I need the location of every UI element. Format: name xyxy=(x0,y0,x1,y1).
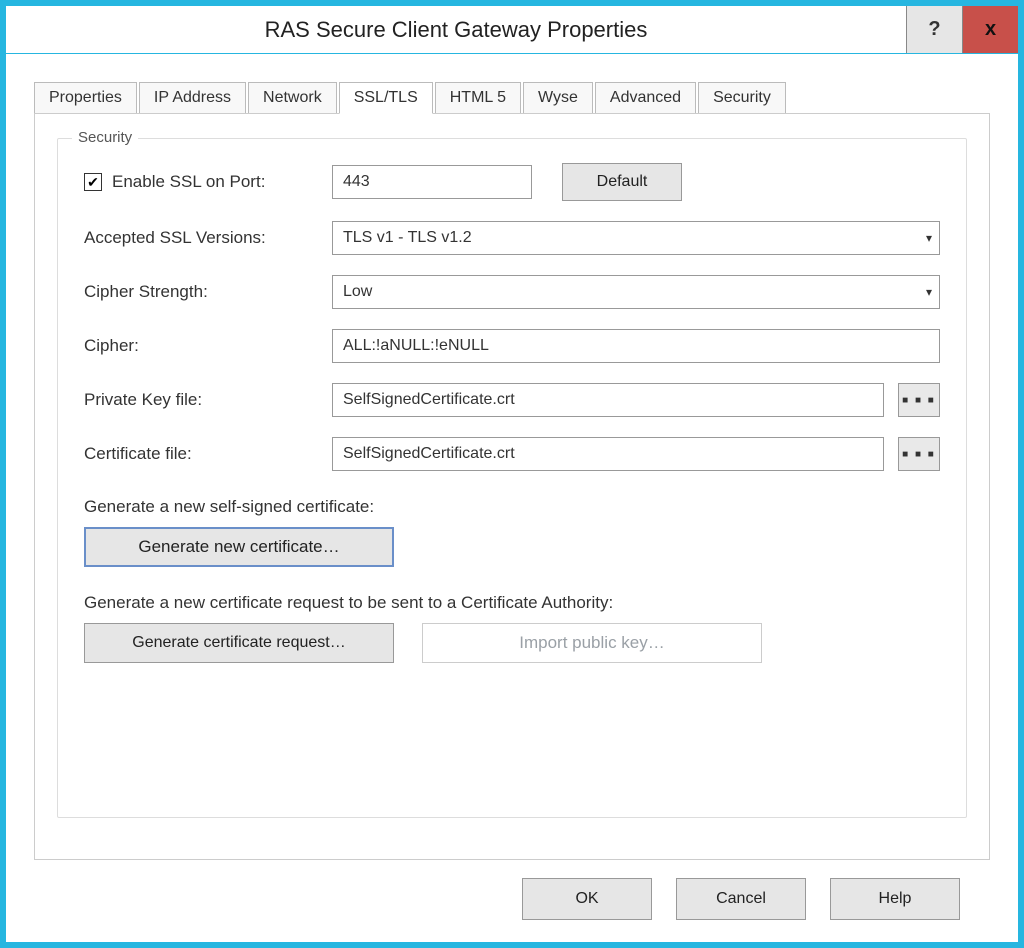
private-key-row: Private Key file: ■ ■ ■ xyxy=(84,383,940,417)
tab-html5[interactable]: HTML 5 xyxy=(435,82,521,113)
check-icon: ✔ xyxy=(87,175,99,189)
tab-properties[interactable]: Properties xyxy=(34,82,137,113)
ssl-port-input[interactable] xyxy=(332,165,532,199)
cipher-input[interactable] xyxy=(332,329,940,363)
cert-file-input[interactable] xyxy=(332,437,884,471)
tab-ip-address[interactable]: IP Address xyxy=(139,82,246,113)
titlebar-close-button[interactable]: x xyxy=(962,6,1018,53)
tab-ssl-tls[interactable]: SSL/TLS xyxy=(339,82,433,114)
csr-section-label: Generate a new certificate request to be… xyxy=(84,593,940,613)
tab-panel: Security ✔ Enable SSL on Port: Default xyxy=(34,113,990,860)
cipher-strength-row: Cipher Strength: ▾ xyxy=(84,275,940,309)
tab-wyse[interactable]: Wyse xyxy=(523,82,593,113)
window-title: RAS Secure Client Gateway Properties xyxy=(6,6,906,53)
group-legend: Security xyxy=(72,129,138,146)
private-key-input[interactable] xyxy=(332,383,884,417)
accepted-versions-dropdown[interactable]: ▾ xyxy=(332,221,940,255)
tab-advanced[interactable]: Advanced xyxy=(595,82,696,113)
accepted-versions-label: Accepted SSL Versions: xyxy=(84,228,318,248)
enable-ssl-label-wrap: ✔ Enable SSL on Port: xyxy=(84,172,318,192)
titlebar-help-button[interactable]: ? xyxy=(906,6,962,53)
dialog-footer: OK Cancel Help xyxy=(34,860,990,920)
import-public-key-button[interactable]: Import public key… xyxy=(422,623,762,663)
accepted-versions-value[interactable] xyxy=(332,221,940,255)
cipher-label: Cipher: xyxy=(84,336,318,356)
cert-file-browse-button[interactable]: ■ ■ ■ xyxy=(898,437,940,471)
ok-button[interactable]: OK xyxy=(522,878,652,920)
cipher-strength-value[interactable] xyxy=(332,275,940,309)
generate-certificate-request-button[interactable]: Generate certificate request… xyxy=(84,623,394,663)
security-group: Security ✔ Enable SSL on Port: Default xyxy=(57,138,967,818)
cert-file-label: Certificate file: xyxy=(84,444,318,464)
cipher-strength-dropdown[interactable]: ▾ xyxy=(332,275,940,309)
generate-new-certificate-button[interactable]: Generate new certificate… xyxy=(84,527,394,567)
content-area: Properties IP Address Network SSL/TLS HT… xyxy=(6,54,1018,942)
private-key-label: Private Key file: xyxy=(84,390,318,410)
accepted-versions-row: Accepted SSL Versions: ▾ xyxy=(84,221,940,255)
cipher-strength-label: Cipher Strength: xyxy=(84,282,318,302)
self-signed-section-label: Generate a new self-signed certificate: xyxy=(84,497,940,517)
tab-bar: Properties IP Address Network SSL/TLS HT… xyxy=(34,82,990,113)
tab-network[interactable]: Network xyxy=(248,82,337,113)
titlebar: RAS Secure Client Gateway Properties ? x xyxy=(6,6,1018,54)
private-key-browse-button[interactable]: ■ ■ ■ xyxy=(898,383,940,417)
default-port-button[interactable]: Default xyxy=(562,163,682,201)
cert-file-row: Certificate file: ■ ■ ■ xyxy=(84,437,940,471)
help-button[interactable]: Help xyxy=(830,878,960,920)
dialog-window: RAS Secure Client Gateway Properties ? x… xyxy=(0,0,1024,948)
enable-ssl-label: Enable SSL on Port: xyxy=(112,172,265,192)
cipher-row: Cipher: xyxy=(84,329,940,363)
enable-ssl-checkbox[interactable]: ✔ xyxy=(84,173,102,191)
tab-security[interactable]: Security xyxy=(698,82,786,113)
cancel-button[interactable]: Cancel xyxy=(676,878,806,920)
enable-ssl-row: ✔ Enable SSL on Port: Default xyxy=(84,163,940,201)
csr-button-row: Generate certificate request… Import pub… xyxy=(84,623,940,663)
